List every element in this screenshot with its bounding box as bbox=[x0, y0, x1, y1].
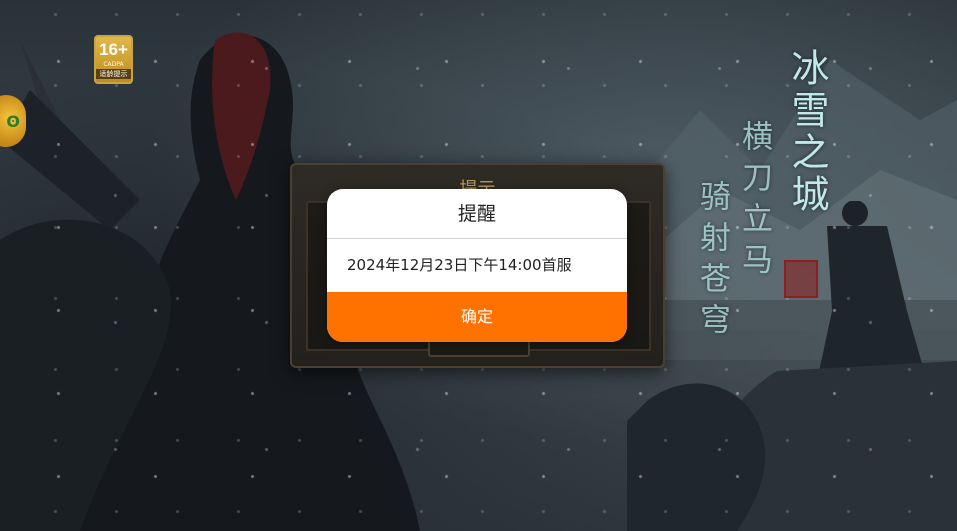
confirm-button[interactable]: 确定 bbox=[327, 292, 627, 342]
age-rating-tip: 适龄提示 bbox=[96, 69, 131, 79]
dialog-title: 提醒 bbox=[327, 189, 627, 239]
seal-icon bbox=[784, 260, 818, 298]
age-rating-badge: 16+ CADPA 适龄提示 bbox=[94, 35, 133, 84]
poem-line-2: 骑射苍穹 bbox=[694, 180, 730, 344]
game-logo-title: 冰雪之城 bbox=[785, 48, 829, 216]
game-background: ʘ 16+ CADPA 适龄提示 冰雪之城 横刀立马 骑射苍穹 提示 提醒 20… bbox=[0, 0, 957, 531]
poem-line-1: 横刀立马 bbox=[736, 120, 772, 284]
dialog-message: 2024年12月23日下午14:00首服 bbox=[347, 256, 572, 274]
reminder-dialog: 提醒 2024年12月23日下午14:00首服 确定 bbox=[327, 189, 627, 342]
age-rating-number: 16+ bbox=[99, 40, 128, 59]
age-rating-org: CADPA bbox=[103, 61, 124, 68]
